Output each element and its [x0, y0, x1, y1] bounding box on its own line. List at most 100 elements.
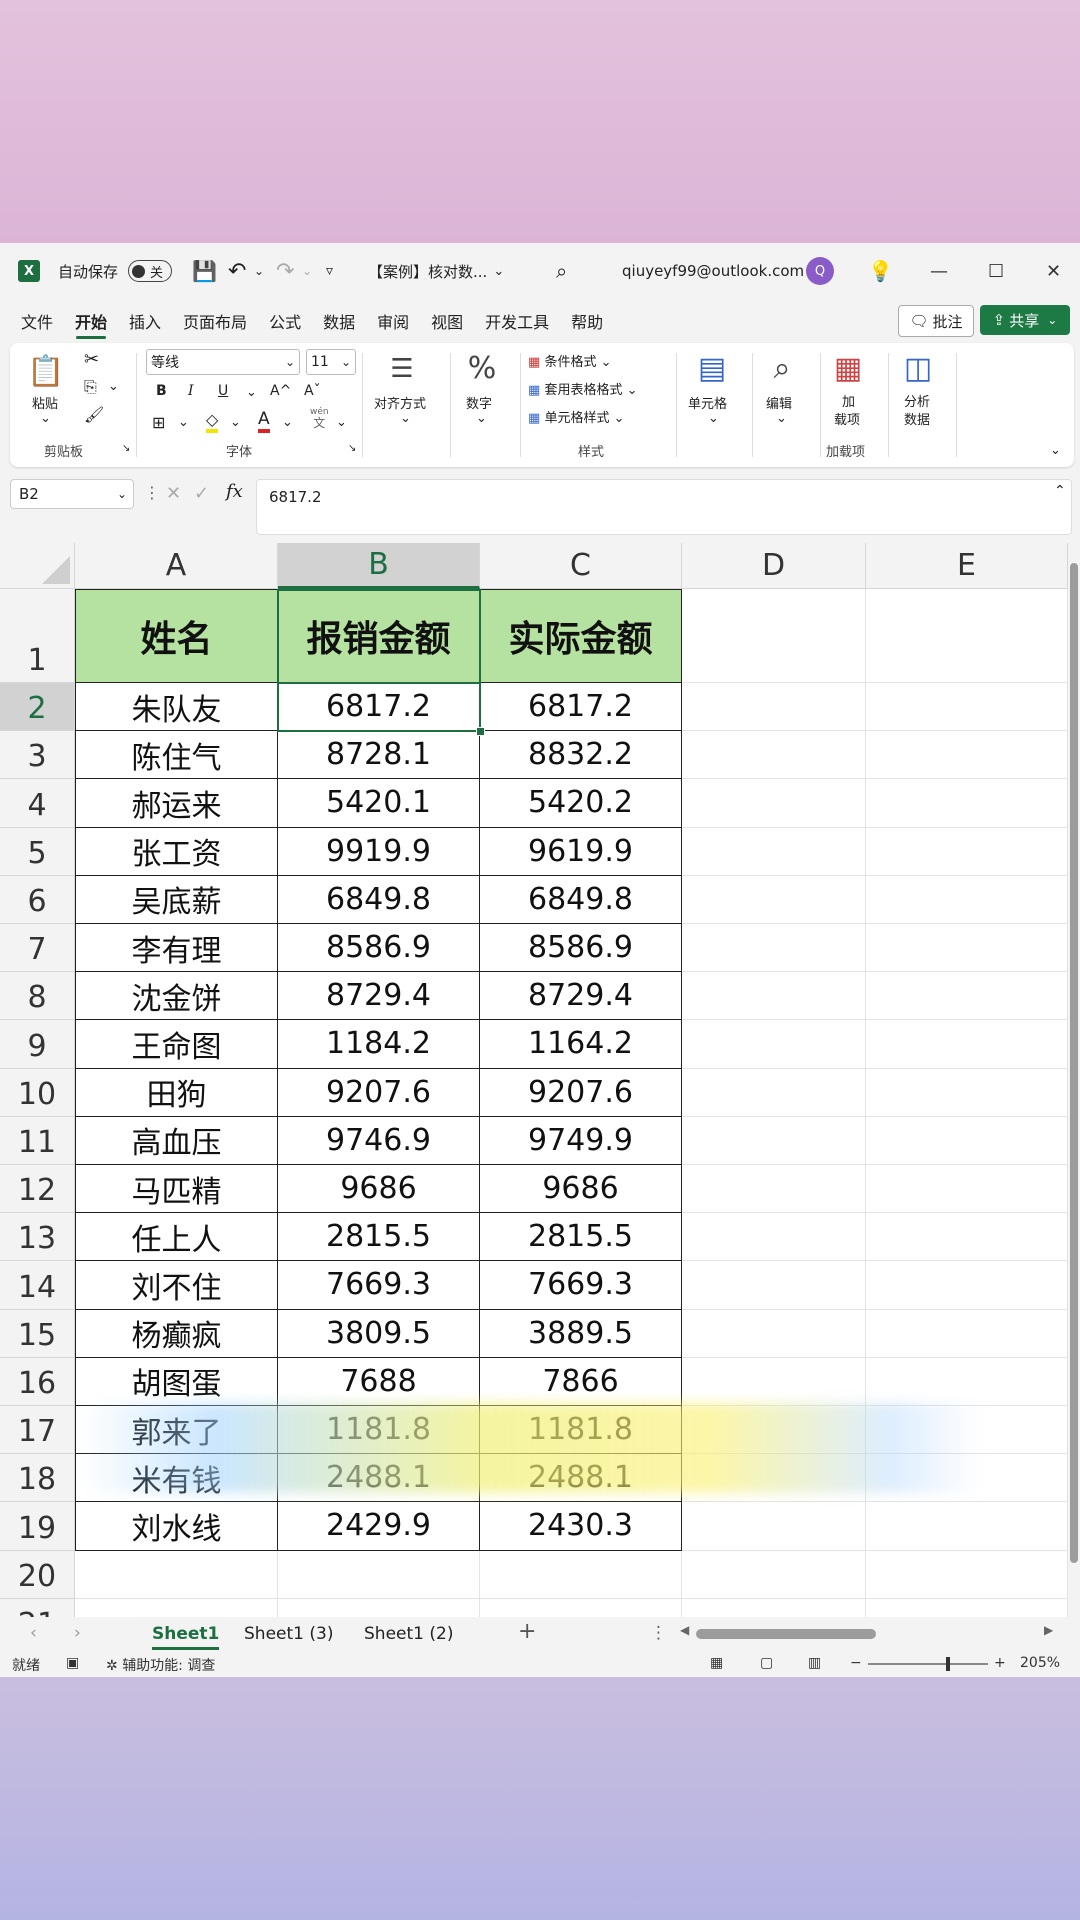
table-cell[interactable]: 3889.5 — [480, 1309, 682, 1358]
cancel-icon[interactable]: ✕ — [166, 483, 181, 504]
column-header-c[interactable]: C — [480, 543, 682, 589]
lightbulb-icon[interactable]: 💡 — [868, 243, 893, 299]
conditional-format-button[interactable]: ▦ 条件格式 ⌄ — [528, 351, 612, 370]
find-icon[interactable]: ⌕ — [762, 349, 802, 387]
table-cell[interactable]: 1184.2 — [278, 1020, 480, 1069]
menu-page-layout[interactable]: 页面布局 — [172, 299, 258, 343]
table-cell[interactable]: 2430.3 — [480, 1502, 682, 1551]
row-header-2[interactable]: 2 — [0, 683, 75, 732]
table-cell[interactable]: 胡图蛋 — [75, 1357, 278, 1406]
scroll-thumb[interactable] — [1070, 563, 1078, 1563]
table-cell[interactable]: 2815.5 — [278, 1213, 480, 1262]
account-email[interactable]: qiuyeyf99@outlook.com — [622, 243, 804, 299]
column-header-d[interactable]: D — [682, 543, 866, 589]
table-cell[interactable]: 9749.9 — [480, 1116, 682, 1165]
sheet-tab-3[interactable]: Sheet1 (2) — [364, 1619, 453, 1649]
chevron-down-icon[interactable]: ⌄ — [400, 411, 411, 426]
table-cell[interactable]: 2488.1 — [480, 1454, 682, 1503]
analyze-label-2[interactable]: 数据 — [904, 409, 930, 428]
font-size-select[interactable]: 11 ⌄ — [306, 349, 356, 375]
ribbon-expand-icon[interactable]: ⌄ — [1050, 443, 1061, 458]
table-cell[interactable]: 9686 — [278, 1165, 480, 1214]
search-icon[interactable]: ⌕ — [556, 243, 567, 299]
vertical-scrollbar[interactable] — [1068, 543, 1080, 1617]
table-cell[interactable]: 7866 — [480, 1357, 682, 1406]
chevron-down-icon[interactable]: ⌄ — [776, 411, 787, 426]
row-header-6[interactable]: 6 — [0, 875, 75, 924]
row-header-1[interactable]: 1 — [0, 589, 75, 683]
table-cell[interactable]: 杨癫疯 — [75, 1309, 278, 1358]
next-sheet-icon[interactable]: › — [74, 1623, 81, 1643]
percent-icon[interactable]: % — [462, 349, 502, 387]
cells-icon[interactable]: ▤ — [692, 349, 732, 387]
zoom-out-icon[interactable]: − — [850, 1655, 862, 1671]
table-cell[interactable]: 陈住气 — [75, 731, 278, 780]
formula-input[interactable]: 6817.2 — [256, 479, 1072, 535]
chevron-down-icon[interactable]: ⌄ — [108, 379, 119, 394]
row-header-7[interactable]: 7 — [0, 924, 75, 973]
table-cell[interactable]: 1164.2 — [480, 1020, 682, 1069]
customize-toolbar-icon[interactable]: ▿ — [326, 243, 333, 299]
page-layout-view-icon[interactable]: ▢ — [760, 1655, 773, 1671]
cells-label[interactable]: 单元格 — [688, 393, 727, 412]
dialog-launcher-icon[interactable]: ↘ — [348, 443, 356, 454]
table-cell[interactable]: 8729.4 — [278, 972, 480, 1021]
row-header-12[interactable]: 12 — [0, 1165, 75, 1214]
fill-handle[interactable] — [476, 727, 485, 737]
close-icon[interactable]: ✕ — [1046, 243, 1061, 299]
alignment-label[interactable]: 对齐方式 — [374, 393, 426, 412]
table-cell[interactable]: 7669.3 — [278, 1261, 480, 1310]
menu-view[interactable]: 视图 — [420, 299, 474, 343]
table-cell[interactable]: 李有理 — [75, 924, 278, 973]
row-header-5[interactable]: 5 — [0, 827, 75, 876]
table-cell[interactable]: 9919.9 — [278, 827, 480, 876]
zoom-slider[interactable] — [868, 1657, 988, 1671]
format-painter-icon[interactable]: 🖌 — [84, 405, 104, 424]
menu-data[interactable]: 数据 — [312, 299, 366, 343]
table-cell[interactable]: 朱队友 — [75, 683, 278, 732]
table-cell[interactable]: 2815.5 — [480, 1213, 682, 1262]
decrease-font-button[interactable]: Aˇ — [304, 383, 321, 399]
column-header-e[interactable]: E — [866, 543, 1068, 589]
undo-icon[interactable]: ↶ — [228, 243, 246, 299]
table-cell[interactable]: 6849.8 — [278, 875, 480, 924]
save-icon[interactable]: 💾 — [192, 243, 217, 299]
table-cell[interactable]: 9207.6 — [278, 1068, 480, 1117]
zoom-in-icon[interactable]: + — [994, 1655, 1006, 1671]
table-cell[interactable]: 刘水线 — [75, 1502, 278, 1551]
align-icon[interactable]: ☰ — [382, 351, 422, 387]
copy-icon[interactable]: ⎘ — [84, 377, 97, 397]
row-header-21[interactable]: 21 — [0, 1598, 75, 1617]
enter-icon[interactable]: ✓ — [194, 483, 209, 504]
chevron-down-icon[interactable]: ⌄ — [40, 411, 51, 426]
menu-help[interactable]: 帮助 — [560, 299, 614, 343]
row-header-14[interactable]: 14 — [0, 1261, 75, 1310]
row-header-3[interactable]: 3 — [0, 731, 75, 780]
table-cell[interactable]: 9619.9 — [480, 827, 682, 876]
autosave-toggle[interactable]: 关 — [128, 260, 172, 282]
select-all-corner[interactable] — [0, 543, 75, 589]
table-cell[interactable]: 刘不住 — [75, 1261, 278, 1310]
dialog-launcher-icon[interactable]: ↘ — [122, 443, 130, 454]
horizontal-scroll-thumb[interactable] — [696, 1629, 876, 1639]
chevron-down-icon[interactable]: ⌄ — [246, 385, 257, 400]
row-header-20[interactable]: 20 — [0, 1550, 75, 1599]
row-header-9[interactable]: 9 — [0, 1020, 75, 1069]
column-header-b[interactable]: B — [278, 543, 480, 589]
scroll-left-icon[interactable]: ◀ — [680, 1623, 689, 1637]
accessibility-button[interactable]: ✲ 辅助功能: 调查 — [106, 1655, 215, 1675]
row-header-11[interactable]: 11 — [0, 1116, 75, 1165]
table-cell[interactable]: 6817.2 — [480, 683, 682, 732]
menu-review[interactable]: 审阅 — [366, 299, 420, 343]
menu-file[interactable]: 文件 — [10, 299, 64, 343]
borders-icon[interactable]: ⊞ — [152, 413, 165, 432]
table-cell[interactable]: 7669.3 — [480, 1261, 682, 1310]
row-header-4[interactable]: 4 — [0, 779, 75, 828]
zoom-level[interactable]: 205% — [1020, 1655, 1060, 1671]
row-header-15[interactable]: 15 — [0, 1309, 75, 1358]
table-cell[interactable]: 6849.8 — [480, 875, 682, 924]
table-cell[interactable]: 9686 — [480, 1165, 682, 1214]
row-header-10[interactable]: 10 — [0, 1068, 75, 1117]
italic-button[interactable]: I — [188, 383, 194, 399]
sheet-tab-2[interactable]: Sheet1 (3) — [244, 1619, 333, 1649]
